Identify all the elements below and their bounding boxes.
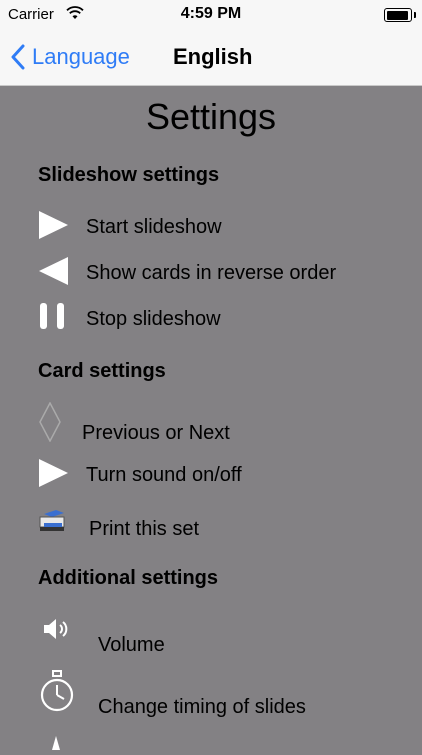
settings-content: Settings Slideshow settings Start slides… (0, 86, 422, 750)
status-time: 4:59 PM (180, 5, 242, 22)
page-title: Settings (145, 96, 277, 137)
print-row[interactable]: Print this set (38, 506, 412, 546)
chevron-left-icon (11, 44, 25, 70)
section-card-settings: Card settings (38, 360, 166, 382)
section-slideshow-settings: Slideshow settings (38, 164, 220, 186)
volume-row[interactable]: Volume (38, 616, 412, 656)
partial-icon (50, 734, 62, 755)
reverse-order-row[interactable]: Show cards in reverse order (38, 256, 412, 290)
diamond-outline-icon (38, 401, 62, 448)
start-slideshow-row[interactable]: Start slideshow (38, 210, 412, 244)
stopwatch-icon (38, 670, 76, 722)
sound-row[interactable]: Turn sound on/off (38, 458, 412, 492)
previous-or-next-row[interactable]: Previous or Next (38, 401, 412, 448)
speaker-icon (42, 616, 72, 648)
nav-title: English (173, 44, 253, 69)
sound-label: Turn sound on/off (86, 464, 242, 486)
back-button-label: Language (32, 44, 130, 69)
volume-label: Volume (98, 634, 165, 656)
timing-label: Change timing of slides (98, 696, 306, 718)
reverse-order-label: Show cards in reverse order (86, 262, 337, 284)
play-icon (38, 210, 70, 246)
stop-slideshow-label: Stop slideshow (86, 308, 221, 330)
printer-icon (38, 506, 68, 540)
start-slideshow-label: Start slideshow (86, 216, 222, 238)
battery-icon (384, 8, 416, 22)
reverse-play-icon (38, 256, 70, 292)
previous-or-next-label: Previous or Next (82, 422, 230, 444)
pause-icon (38, 302, 70, 338)
status-bar: Carrier 4:59 PM (0, 0, 422, 30)
back-button[interactable]: Language (10, 42, 130, 72)
section-additional-settings: Additional settings (38, 567, 218, 589)
timing-row[interactable]: Change timing of slides (38, 670, 412, 718)
navigation-bar: Language English (0, 30, 422, 86)
stop-slideshow-row[interactable]: Stop slideshow (38, 302, 412, 336)
play-icon (38, 458, 70, 494)
print-label: Print this set (89, 518, 200, 540)
